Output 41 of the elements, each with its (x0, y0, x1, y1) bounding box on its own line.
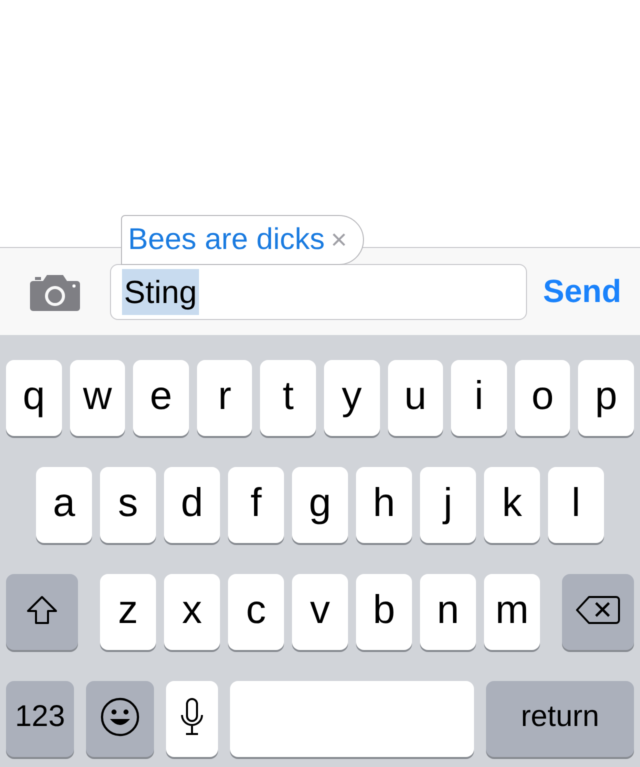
return-key[interactable]: return (486, 681, 634, 757)
letter-key[interactable]: j (420, 467, 476, 543)
letter-key[interactable]: c (228, 574, 284, 650)
letter-key[interactable]: q (6, 360, 62, 436)
shift-icon (26, 594, 58, 626)
letter-key[interactable]: o (514, 360, 570, 436)
send-button[interactable]: Send (543, 273, 622, 310)
message-field[interactable]: Sting (110, 264, 527, 320)
field-text: Sting (122, 268, 199, 314)
letter-key[interactable]: m (484, 574, 540, 650)
letter-key[interactable]: i (451, 360, 507, 436)
autocorrect-bubble[interactable]: Bees are dicks × (121, 215, 364, 265)
delete-key[interactable] (562, 574, 634, 650)
smiley-icon (100, 697, 140, 737)
letter-key[interactable]: b (356, 574, 412, 650)
letter-key[interactable]: a (36, 467, 92, 543)
letter-key[interactable]: y (324, 360, 380, 436)
letter-key[interactable]: h (356, 467, 412, 543)
letter-key[interactable]: v (292, 574, 348, 650)
delete-icon (576, 595, 620, 625)
numbers-key[interactable]: 123 (6, 681, 74, 757)
letter-key[interactable]: x (164, 574, 220, 650)
suggestion-text: Bees are dicks (128, 223, 325, 257)
microphone-icon (179, 697, 205, 737)
letter-key[interactable]: u (388, 360, 444, 436)
letter-key[interactable]: d (164, 467, 220, 543)
letter-key[interactable]: l (548, 467, 604, 543)
letter-key[interactable]: f (228, 467, 284, 543)
letter-key[interactable]: s (100, 467, 156, 543)
letter-key[interactable]: k (484, 467, 540, 543)
letter-key[interactable]: g (292, 467, 348, 543)
letter-key[interactable]: z (100, 574, 156, 650)
letter-key[interactable]: e (133, 360, 189, 436)
shift-key[interactable] (6, 574, 78, 650)
letter-key[interactable]: p (578, 360, 634, 436)
emoji-key[interactable] (86, 681, 154, 757)
dictation-key[interactable] (166, 681, 218, 757)
letter-key[interactable]: r (196, 360, 252, 436)
letter-key[interactable]: w (70, 360, 126, 436)
letter-key[interactable]: t (260, 360, 316, 436)
letter-key[interactable]: n (420, 574, 476, 650)
